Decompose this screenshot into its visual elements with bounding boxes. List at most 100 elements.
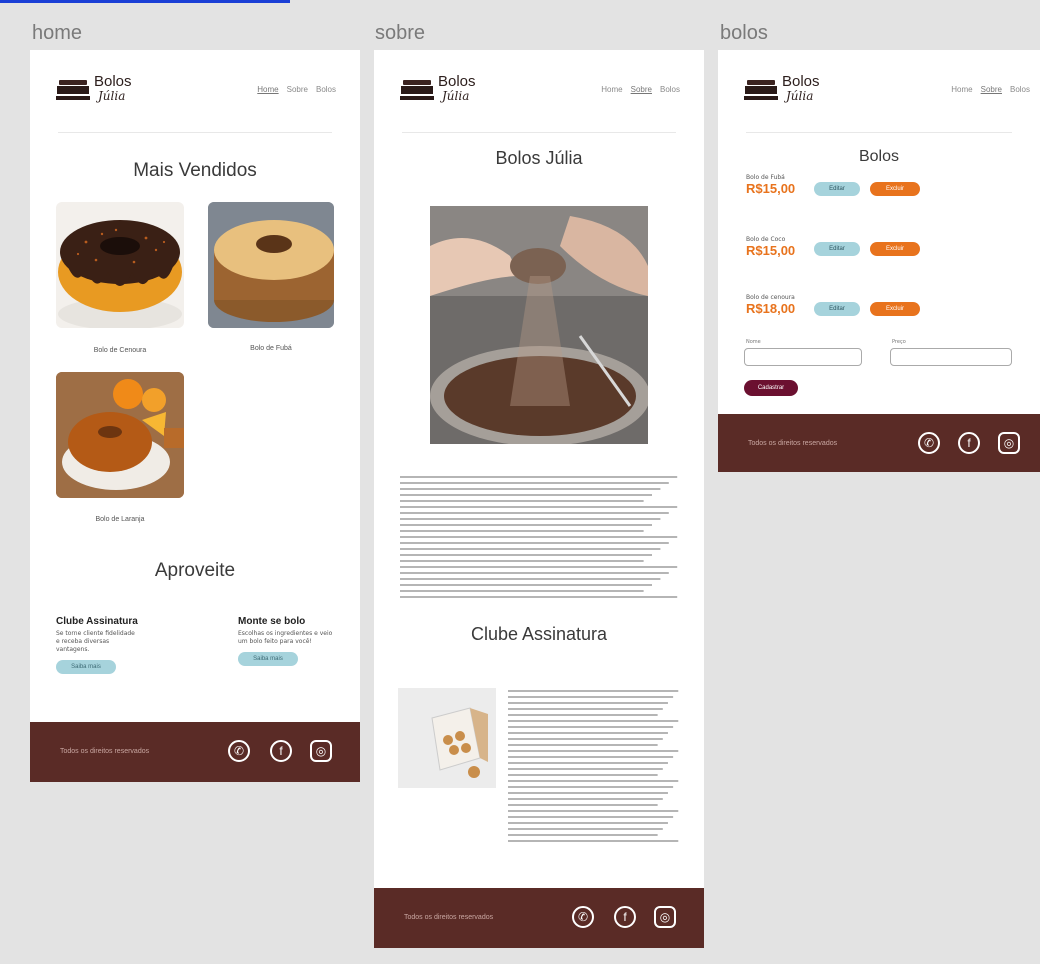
instagram-icon[interactable]: ◎ bbox=[998, 432, 1020, 454]
logo[interactable]: Bolos Júlia bbox=[56, 74, 146, 106]
navbar: Bolos Júlia Home Sobre Bolos bbox=[718, 50, 1040, 134]
logo-line1: Bolos bbox=[782, 73, 820, 90]
text-line bbox=[508, 828, 663, 830]
text-line bbox=[508, 792, 668, 794]
text-line bbox=[508, 690, 679, 692]
instagram-icon[interactable]: ◎ bbox=[654, 906, 676, 928]
club-card: Clube Assinatura Se torne cliente fideli… bbox=[56, 616, 166, 674]
text-line bbox=[400, 530, 644, 532]
edit-button[interactable]: Editar bbox=[814, 302, 860, 316]
product-image-fuba[interactable] bbox=[208, 202, 334, 328]
cake-row: Bolo de cenoura R$18,00 bbox=[746, 294, 795, 316]
nav-sobre[interactable]: Sobre bbox=[287, 85, 308, 94]
nav-home[interactable]: Home bbox=[257, 85, 278, 94]
nav-bolos[interactable]: Bolos bbox=[316, 85, 336, 94]
text-line bbox=[400, 566, 678, 568]
text-line bbox=[400, 554, 652, 556]
facebook-icon[interactable]: f bbox=[614, 906, 636, 928]
nav-sobre[interactable]: Sobre bbox=[981, 85, 1002, 94]
text-line bbox=[508, 774, 658, 776]
text-line bbox=[508, 798, 663, 800]
text-line bbox=[508, 750, 679, 752]
text-line bbox=[508, 726, 674, 728]
edit-button[interactable]: Editar bbox=[814, 242, 860, 256]
instagram-icon[interactable]: ◎ bbox=[310, 740, 332, 762]
navbar: Bolos Júlia Home Sobre Bolos bbox=[374, 50, 704, 134]
text-line bbox=[400, 494, 652, 496]
text-line bbox=[400, 548, 661, 550]
club-title: Clube Assinatura bbox=[56, 616, 138, 627]
text-line bbox=[508, 732, 668, 734]
text-line bbox=[508, 756, 674, 758]
cake-row: Bolo de Coco R$15,00 bbox=[746, 236, 795, 258]
club-text: Se torne cliente fidelidade e receba div… bbox=[56, 630, 135, 653]
delete-button[interactable]: Excluir bbox=[870, 302, 920, 316]
nav-sobre[interactable]: Sobre bbox=[631, 85, 652, 94]
text-line bbox=[400, 500, 644, 502]
build-card: Monte se bolo Escolhas os ingredientes e… bbox=[238, 616, 338, 666]
text-line bbox=[508, 810, 679, 812]
product-image-laranja[interactable] bbox=[56, 372, 184, 498]
whatsapp-icon[interactable]: ✆ bbox=[572, 906, 594, 928]
footer-text: Todos os direitos reservados bbox=[404, 914, 494, 921]
club-text bbox=[508, 688, 680, 848]
nav-divider bbox=[402, 132, 676, 133]
text-line bbox=[400, 536, 678, 538]
footer: Todos os direitos reservados ✆ f ◎ bbox=[718, 414, 1040, 472]
text-line bbox=[508, 744, 658, 746]
delete-button[interactable]: Excluir bbox=[870, 242, 920, 256]
nav-divider bbox=[58, 132, 332, 133]
text-line bbox=[508, 840, 679, 842]
top-link-underline[interactable] bbox=[0, 0, 290, 3]
edit-button[interactable]: Editar bbox=[814, 182, 860, 196]
text-line bbox=[400, 572, 669, 574]
whatsapp-icon[interactable]: ✆ bbox=[228, 740, 250, 762]
nav-home[interactable]: Home bbox=[951, 85, 972, 94]
text-line bbox=[400, 512, 669, 514]
product-image-cenoura[interactable] bbox=[56, 202, 184, 328]
product-caption: Bolo de Cenoura bbox=[93, 347, 147, 354]
product-caption: Bolo de Laranja bbox=[95, 516, 145, 523]
logo-line2: Júlia bbox=[786, 89, 814, 103]
text-line bbox=[400, 590, 644, 592]
whatsapp-icon[interactable]: ✆ bbox=[918, 432, 940, 454]
build-button[interactable]: Saiba mais bbox=[238, 652, 298, 666]
text-line bbox=[508, 822, 668, 824]
logo-line1: Bolos bbox=[438, 73, 476, 90]
navbar: Bolos Júlia Home Sobre Bolos bbox=[30, 50, 360, 134]
logo[interactable]: Bolos Júlia bbox=[744, 74, 834, 106]
text-line bbox=[400, 488, 661, 490]
logo[interactable]: Bolos Júlia bbox=[400, 74, 490, 106]
delete-button[interactable]: Excluir bbox=[870, 182, 920, 196]
logo-line1: Bolos bbox=[94, 73, 132, 90]
facebook-icon[interactable]: f bbox=[270, 740, 292, 762]
cake-name: Bolo de Fubá bbox=[746, 174, 785, 181]
text-line bbox=[508, 780, 679, 782]
name-input[interactable] bbox=[744, 348, 862, 366]
about-text bbox=[400, 474, 680, 600]
page-title: Bolos Júlia bbox=[495, 148, 583, 168]
club-button[interactable]: Saiba mais bbox=[56, 660, 116, 674]
price-label: Preço bbox=[892, 339, 906, 345]
submit-button[interactable]: Cadastrar bbox=[744, 380, 798, 396]
section-title: Mais Vendidos bbox=[133, 160, 257, 181]
nav-bolos[interactable]: Bolos bbox=[1010, 85, 1030, 94]
text-line bbox=[508, 834, 658, 836]
text-line bbox=[400, 482, 669, 484]
product-caption: Bolo de Fubá bbox=[250, 345, 292, 352]
text-line bbox=[400, 524, 652, 526]
nav-bolos[interactable]: Bolos bbox=[660, 85, 680, 94]
facebook-icon[interactable]: f bbox=[958, 432, 980, 454]
text-line bbox=[508, 738, 663, 740]
nav-home[interactable]: Home bbox=[601, 85, 622, 94]
section-title: Aproveite bbox=[154, 560, 236, 581]
nav-menu: Home Sobre Bolos bbox=[601, 85, 680, 94]
text-line bbox=[508, 720, 679, 722]
text-line bbox=[400, 596, 678, 598]
footer: Todos os direitos reservados ✆ f ◎ bbox=[374, 888, 704, 948]
bolos-frame: Bolos Júlia Home Sobre Bolos Bolos Bolo d… bbox=[718, 50, 1040, 472]
text-line bbox=[508, 816, 674, 818]
cake-row: Bolo de Fubá R$15,00 bbox=[746, 174, 795, 196]
nav-menu: Home Sobre Bolos bbox=[257, 85, 336, 94]
price-input[interactable] bbox=[890, 348, 1012, 366]
